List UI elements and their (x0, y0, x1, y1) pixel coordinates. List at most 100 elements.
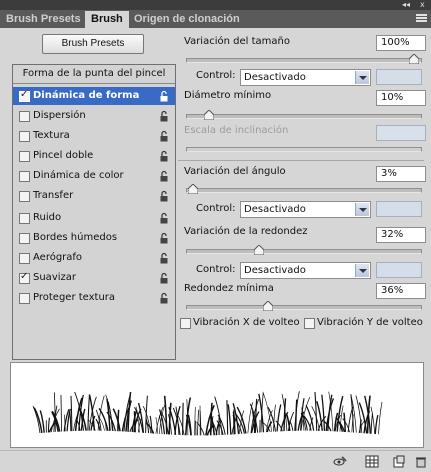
brush-presets-button[interactable]: Brush Presets (42, 34, 144, 54)
grass-blade (61, 395, 62, 432)
checkmark-icon: ✓ (20, 89, 28, 100)
size-jitter-value[interactable]: 100% (376, 35, 426, 51)
angle-jitter-value[interactable]: 3% (376, 166, 426, 182)
angle-jitter-slider-thumb[interactable] (188, 184, 198, 194)
roundness-jitter-slider[interactable] (186, 249, 422, 254)
lock-icon[interactable] (159, 272, 169, 284)
grass-blade (379, 402, 382, 434)
min-roundness-slider[interactable] (186, 305, 422, 310)
option-label: Dinámica de forma (33, 90, 139, 101)
min-diameter-label: Diámetro mínimo (184, 90, 271, 101)
lock-icon[interactable] (159, 232, 169, 244)
option-label: Transfer (33, 190, 73, 201)
brush-option-item[interactable]: Pincel doble (13, 147, 175, 165)
new-preset-icon[interactable] (392, 455, 406, 468)
min-diameter-slider[interactable] (186, 114, 422, 119)
eye-brush-icon[interactable] (333, 455, 347, 468)
size-jitter-slider[interactable] (186, 58, 422, 63)
angle-control-select[interactable]: Desactivado (240, 201, 371, 218)
grass-blade (48, 418, 49, 433)
lock-icon[interactable] (159, 90, 169, 102)
brush-option-item[interactable]: ✓Suavizar (13, 269, 175, 287)
close-icon[interactable]: x (420, 0, 425, 10)
panel-bottom-bar (0, 450, 431, 472)
panel-title-bar: ◂◂ x (0, 0, 431, 10)
option-checkbox[interactable] (19, 111, 30, 122)
roundness-jitter-value[interactable]: 32% (376, 227, 426, 243)
brush-option-item[interactable]: Transfer (13, 187, 175, 205)
option-checkbox[interactable] (19, 191, 30, 202)
option-checkbox[interactable] (19, 253, 30, 264)
angle-control-label: Control: (196, 203, 236, 214)
lock-icon[interactable] (159, 252, 169, 264)
option-checkbox[interactable]: ✓ (19, 273, 30, 284)
option-label: Ruido (33, 212, 61, 223)
option-checkbox[interactable] (19, 131, 30, 142)
brush-tip-shape-header[interactable]: Forma de la punta del pincel (13, 68, 175, 79)
option-checkbox[interactable] (19, 293, 30, 304)
brush-option-item[interactable]: Bordes húmedos (13, 229, 175, 247)
grass-blade (371, 413, 372, 433)
chevron-down-icon (355, 71, 369, 84)
option-label: Dispersión (33, 110, 86, 121)
brush-option-item[interactable]: Aerógrafo (13, 249, 175, 267)
min-diameter-slider-thumb[interactable] (204, 110, 214, 120)
tab-clone-source[interactable]: Origen de clonación (128, 11, 246, 28)
lock-icon[interactable] (159, 150, 169, 162)
roundness-jitter-slider-thumb[interactable] (254, 245, 264, 255)
lock-icon[interactable] (159, 292, 169, 304)
angle-control-swatch (376, 201, 422, 217)
flip-x-label: Vibración X de volteo (193, 317, 300, 328)
grass-blade (143, 406, 150, 433)
brush-option-item[interactable]: Proteger textura (13, 289, 175, 307)
tab-brush-presets[interactable]: Brush Presets (0, 11, 88, 28)
grid-icon[interactable] (365, 455, 379, 468)
grass-blade (375, 415, 378, 434)
chevron-down-icon (355, 264, 369, 277)
option-checkbox[interactable] (19, 233, 30, 244)
min-roundness-value[interactable]: 36% (376, 283, 426, 299)
min-roundness-slider-thumb[interactable] (263, 301, 273, 311)
roundness-control-swatch (376, 262, 422, 278)
flip-y-checkbox[interactable] (304, 318, 315, 329)
size-control-label: Control: (196, 70, 236, 81)
angle-control-value: Desactivado (244, 204, 306, 215)
option-checkbox[interactable] (19, 171, 30, 182)
trash-icon[interactable] (414, 455, 428, 468)
panel-menu-icon[interactable] (416, 14, 427, 23)
tilt-scale-value (376, 125, 426, 141)
tab-brush[interactable]: Brush (85, 11, 129, 28)
flip-y-label: Vibración Y de volteo (317, 317, 423, 328)
brush-option-item[interactable]: Dispersión (13, 107, 175, 125)
size-jitter-slider-thumb[interactable] (409, 54, 419, 64)
lock-icon[interactable] (159, 110, 169, 122)
tab-bar: Brush Presets Brush Origen de clonación (0, 10, 431, 28)
lock-icon[interactable] (159, 170, 169, 182)
option-checkbox[interactable] (19, 151, 30, 162)
angle-jitter-slider[interactable] (186, 188, 422, 193)
min-roundness-label: Redondez mínima (184, 283, 274, 294)
brush-option-item[interactable]: Dinámica de color (13, 167, 175, 185)
roundness-control-value: Desactivado (244, 265, 306, 276)
lock-icon[interactable] (159, 212, 169, 224)
section-divider (178, 160, 424, 161)
option-label: Aerógrafo (33, 252, 82, 263)
lock-icon[interactable] (159, 190, 169, 202)
size-control-select[interactable]: Desactivado (240, 69, 371, 86)
min-diameter-value[interactable]: 10% (376, 90, 426, 106)
brush-option-item[interactable]: Textura (13, 127, 175, 145)
roundness-control-select[interactable]: Desactivado (240, 262, 371, 279)
option-checkbox[interactable]: ✓ (19, 91, 30, 102)
brush-options-list: Forma de la punta del pincel ✓ Dinámica d… (12, 64, 176, 360)
flip-x-checkbox[interactable] (180, 318, 191, 329)
checkmark-icon: ✓ (20, 271, 28, 282)
lock-icon[interactable] (159, 130, 169, 142)
grass-blade (128, 392, 130, 432)
option-label: Proteger textura (33, 292, 115, 303)
option-checkbox[interactable] (19, 213, 30, 224)
collapse-icon[interactable]: ◂◂ (402, 0, 410, 10)
tilt-scale-slider (186, 147, 422, 152)
brush-option-item[interactable]: ✓ Dinámica de forma (13, 87, 175, 105)
option-label: Textura (33, 130, 70, 141)
brush-option-item[interactable]: Ruido (13, 209, 175, 227)
